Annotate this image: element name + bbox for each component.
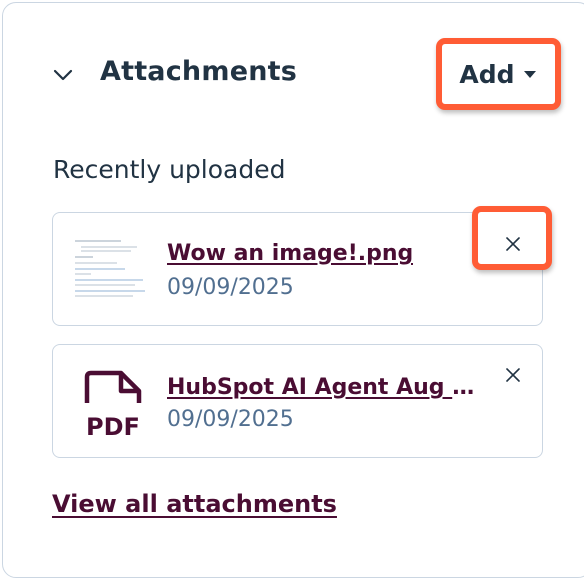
view-all-attachments-link[interactable]: View all attachments (52, 490, 337, 518)
add-button-label: Add (459, 59, 515, 89)
attachment-name-link[interactable]: HubSpot AI Agent Aug 2... (167, 375, 479, 400)
add-button[interactable]: Add (446, 48, 550, 100)
attachment-date: 09/09/2025 (167, 275, 294, 300)
section-label: Recently uploaded (53, 155, 286, 184)
panel-title: Attachments (100, 56, 298, 87)
pdf-label: PDF (86, 413, 140, 441)
attachment-card: PDF HubSpot AI Agent Aug 2... 09/09/2025 (52, 344, 543, 458)
pdf-file-icon[interactable]: PDF (81, 369, 145, 441)
close-icon[interactable] (505, 367, 521, 383)
chevron-down-icon[interactable] (52, 64, 74, 86)
attachment-date: 09/09/2025 (167, 407, 294, 432)
attachment-name-link[interactable]: Wow an image!.png (167, 241, 413, 266)
attachment-card: Wow an image!.png 09/09/2025 (52, 212, 543, 326)
image-thumbnail[interactable] (73, 235, 151, 305)
close-icon[interactable] (505, 236, 521, 252)
caret-down-icon (523, 71, 536, 78)
